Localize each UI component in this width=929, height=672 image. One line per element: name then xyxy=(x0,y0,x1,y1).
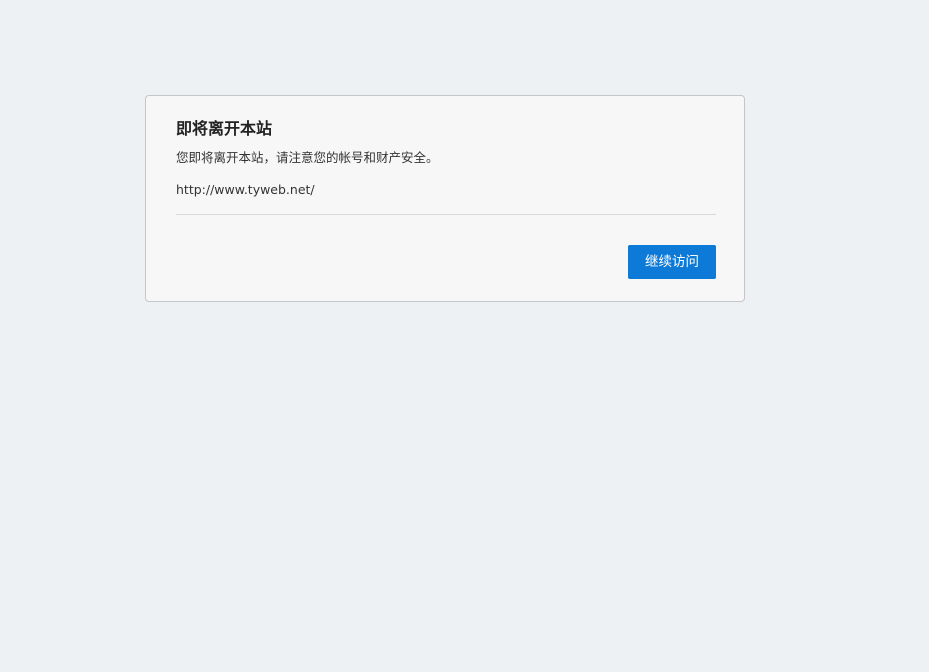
continue-button[interactable]: 继续访问 xyxy=(628,245,716,279)
target-url: http://www.tyweb.net/ xyxy=(176,182,315,197)
leave-site-dialog: 即将离开本站 您即将离开本站，请注意您的帐号和财产安全。 http://www.… xyxy=(145,95,745,302)
warning-message: 您即将离开本站，请注意您的帐号和财产安全。 xyxy=(176,150,439,165)
divider xyxy=(176,214,716,215)
dialog-title: 即将离开本站 xyxy=(176,119,273,138)
